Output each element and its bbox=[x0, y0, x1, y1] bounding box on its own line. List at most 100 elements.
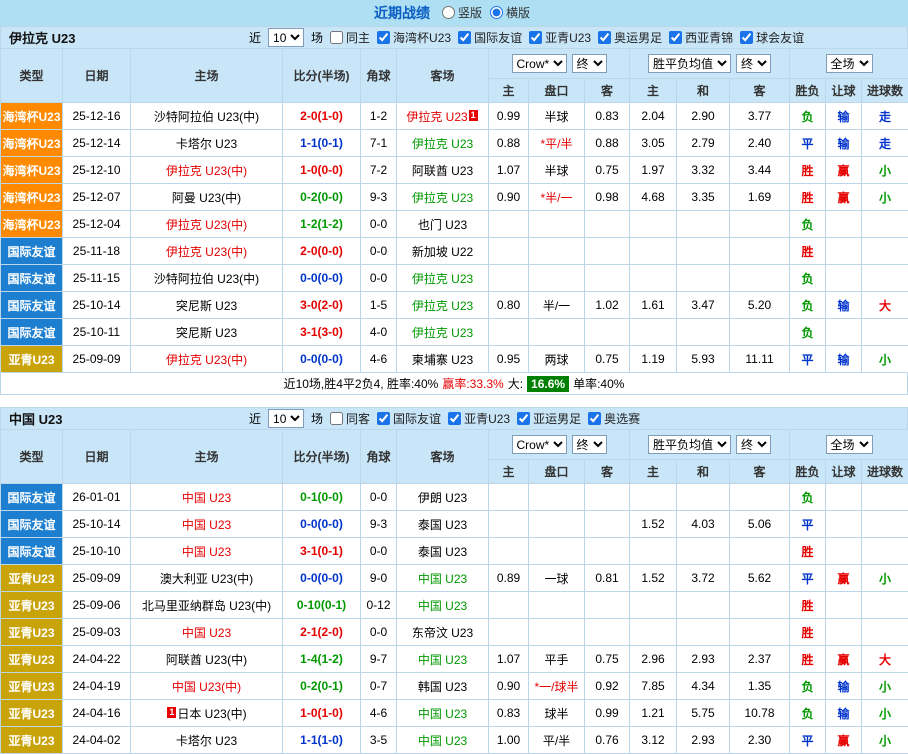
odds-stage-select[interactable]: 终 bbox=[572, 54, 607, 73]
home-team-link[interactable]: 阿联酋 U23(中) bbox=[166, 653, 247, 667]
filter-西亚青锦[interactable]: 西亚青锦 bbox=[669, 29, 733, 46]
home-team-link[interactable]: 北马里亚纳群岛 U23(中) bbox=[142, 599, 271, 613]
filter-国际友谊[interactable]: 国际友谊 bbox=[377, 410, 441, 427]
filter-亚运男足[interactable]: 亚运男足 bbox=[517, 410, 581, 427]
home-team-link[interactable]: 沙特阿拉伯 U23(中) bbox=[154, 110, 259, 124]
result-cell: 平 bbox=[790, 130, 826, 157]
column-subheader: 主 bbox=[489, 79, 529, 103]
odds-group-header: 胜平负均值终 bbox=[630, 49, 790, 79]
away-team-link[interactable]: 新加坡 U22 bbox=[412, 245, 473, 259]
away-team-link[interactable]: 泰国 U23 bbox=[418, 545, 467, 559]
away-team-link[interactable]: 韩国 U23 bbox=[418, 680, 467, 694]
filter-海湾杯U23[interactable]: 海湾杯U23 bbox=[377, 29, 451, 46]
away-team-link[interactable]: 中国 U23 bbox=[418, 707, 467, 721]
section-header: 中国 U23近10场同客国际友谊亚青U23亚运男足奥选赛 bbox=[0, 407, 908, 429]
away-team-link[interactable]: 阿联酋 U23 bbox=[412, 164, 473, 178]
result-cell bbox=[826, 319, 862, 346]
away-team-link[interactable]: 也门 U23 bbox=[418, 218, 467, 232]
filter-奥运男足[interactable]: 奥运男足 bbox=[598, 29, 662, 46]
date-cell: 25-11-18 bbox=[63, 238, 131, 265]
filter-checkbox[interactable] bbox=[330, 31, 343, 44]
home-team-link[interactable]: 中国 U23 bbox=[182, 626, 231, 640]
column-header: 类型 bbox=[1, 49, 63, 103]
away-team-link[interactable]: 伊拉克 U231 bbox=[406, 110, 478, 124]
filter-国际友谊[interactable]: 国际友谊 bbox=[458, 29, 522, 46]
filter-checkbox[interactable] bbox=[669, 31, 682, 44]
away-team-link[interactable]: 伊拉克 U23 bbox=[412, 191, 473, 205]
scope-select[interactable]: 全场 bbox=[826, 54, 873, 73]
odds-company-select[interactable]: Crow* bbox=[512, 435, 567, 454]
avg-type-select[interactable]: 胜平负均值 bbox=[648, 435, 731, 454]
home-team-link[interactable]: 伊拉克 U23(中) bbox=[166, 353, 247, 367]
filter-checkbox[interactable] bbox=[740, 31, 753, 44]
home-team-link[interactable]: 卡塔尔 U23 bbox=[176, 137, 237, 151]
filter-球会友谊[interactable]: 球会友谊 bbox=[740, 29, 804, 46]
layout-radio-input[interactable] bbox=[442, 6, 455, 19]
filter-同主[interactable]: 同主 bbox=[330, 29, 370, 46]
date-cell: 26-01-01 bbox=[63, 484, 131, 511]
home-team-link[interactable]: 中国 U23 bbox=[182, 518, 231, 532]
filter-checkbox[interactable] bbox=[458, 31, 471, 44]
away-team-link[interactable]: 东帝汶 U23 bbox=[412, 626, 473, 640]
avg-stage-select[interactable]: 终 bbox=[736, 435, 771, 454]
filter-亚青U23[interactable]: 亚青U23 bbox=[529, 29, 591, 46]
home-team-link[interactable]: 突尼斯 U23 bbox=[176, 326, 237, 340]
home-team-link[interactable]: 伊拉克 U23(中) bbox=[166, 164, 247, 178]
odds-cell bbox=[730, 538, 790, 565]
home-team-link[interactable]: 中国 U23(中) bbox=[172, 680, 241, 694]
scope-select[interactable]: 全场 bbox=[826, 435, 873, 454]
avg-stage-select[interactable]: 终 bbox=[736, 54, 771, 73]
away-team-link[interactable]: 伊拉克 U23 bbox=[412, 299, 473, 313]
away-team-link[interactable]: 中国 U23 bbox=[418, 572, 467, 586]
avg-type-select[interactable]: 胜平负均值 bbox=[648, 54, 731, 73]
filter-checkbox[interactable] bbox=[377, 412, 390, 425]
home-team-link[interactable]: 突尼斯 U23 bbox=[176, 299, 237, 313]
odds-company-select[interactable]: Crow* bbox=[512, 54, 567, 73]
filter-亚青U23[interactable]: 亚青U23 bbox=[448, 410, 510, 427]
odds-group-header: Crow* 终 bbox=[489, 430, 630, 460]
filter-同客[interactable]: 同客 bbox=[330, 410, 370, 427]
away-team-link[interactable]: 伊拉克 U23 bbox=[412, 326, 473, 340]
filter-checkbox[interactable] bbox=[598, 31, 611, 44]
recent-count-select[interactable]: 10 bbox=[268, 28, 304, 47]
filter-奥选赛[interactable]: 奥选赛 bbox=[588, 410, 640, 427]
result-cell: 胜 bbox=[790, 157, 826, 184]
home-team-link[interactable]: 伊拉克 U23(中) bbox=[166, 245, 247, 259]
away-team-link[interactable]: 伊拉克 U23 bbox=[412, 137, 473, 151]
result-value: 赢 bbox=[838, 734, 850, 748]
home-team-link[interactable]: 中国 U23 bbox=[182, 491, 231, 505]
away-team-link[interactable]: 伊拉克 U23 bbox=[412, 272, 473, 286]
odds-cell bbox=[677, 484, 730, 511]
home-team-link[interactable]: 中国 U23 bbox=[182, 545, 231, 559]
odds-value: 0.76 bbox=[595, 733, 618, 747]
away-team-link[interactable]: 柬埔寨 U23 bbox=[412, 353, 473, 367]
away-team-link[interactable]: 中国 U23 bbox=[418, 734, 467, 748]
filter-checkbox[interactable] bbox=[448, 412, 461, 425]
layout-radio-2[interactable]: 横版 bbox=[490, 4, 530, 21]
away-team-link[interactable]: 中国 U23 bbox=[418, 599, 467, 613]
layout-radio-1[interactable]: 竖版 bbox=[442, 4, 482, 21]
recent-count-select[interactable]: 10 bbox=[268, 409, 304, 428]
filter-checkbox[interactable] bbox=[529, 31, 542, 44]
result-cell: 小 bbox=[862, 565, 908, 592]
home-team-link[interactable]: 澳大利亚 U23(中) bbox=[160, 572, 253, 586]
home-team-link[interactable]: 1日本 U23(中) bbox=[166, 707, 246, 721]
away-team-link[interactable]: 中国 U23 bbox=[418, 653, 467, 667]
home-team-link[interactable]: 阿曼 U23(中) bbox=[172, 191, 241, 205]
result-value: 输 bbox=[838, 110, 850, 124]
home-team-link[interactable]: 卡塔尔 U23 bbox=[176, 734, 237, 748]
away-team-link[interactable]: 泰国 U23 bbox=[418, 518, 467, 532]
filter-checkbox[interactable] bbox=[377, 31, 390, 44]
odds-cell: 0.83 bbox=[489, 700, 529, 727]
filter-checkbox[interactable] bbox=[517, 412, 530, 425]
result-value: 输 bbox=[838, 680, 850, 694]
layout-radio-input[interactable] bbox=[490, 6, 503, 19]
filter-checkbox[interactable] bbox=[588, 412, 601, 425]
away-team-link[interactable]: 伊朗 U23 bbox=[418, 491, 467, 505]
odds-stage-select[interactable]: 终 bbox=[572, 435, 607, 454]
filter-checkbox[interactable] bbox=[330, 412, 343, 425]
result-value: 小 bbox=[879, 572, 891, 586]
corner-cell: 9-3 bbox=[361, 511, 397, 538]
home-team-link[interactable]: 沙特阿拉伯 U23(中) bbox=[154, 272, 259, 286]
home-team-link[interactable]: 伊拉克 U23(中) bbox=[166, 218, 247, 232]
